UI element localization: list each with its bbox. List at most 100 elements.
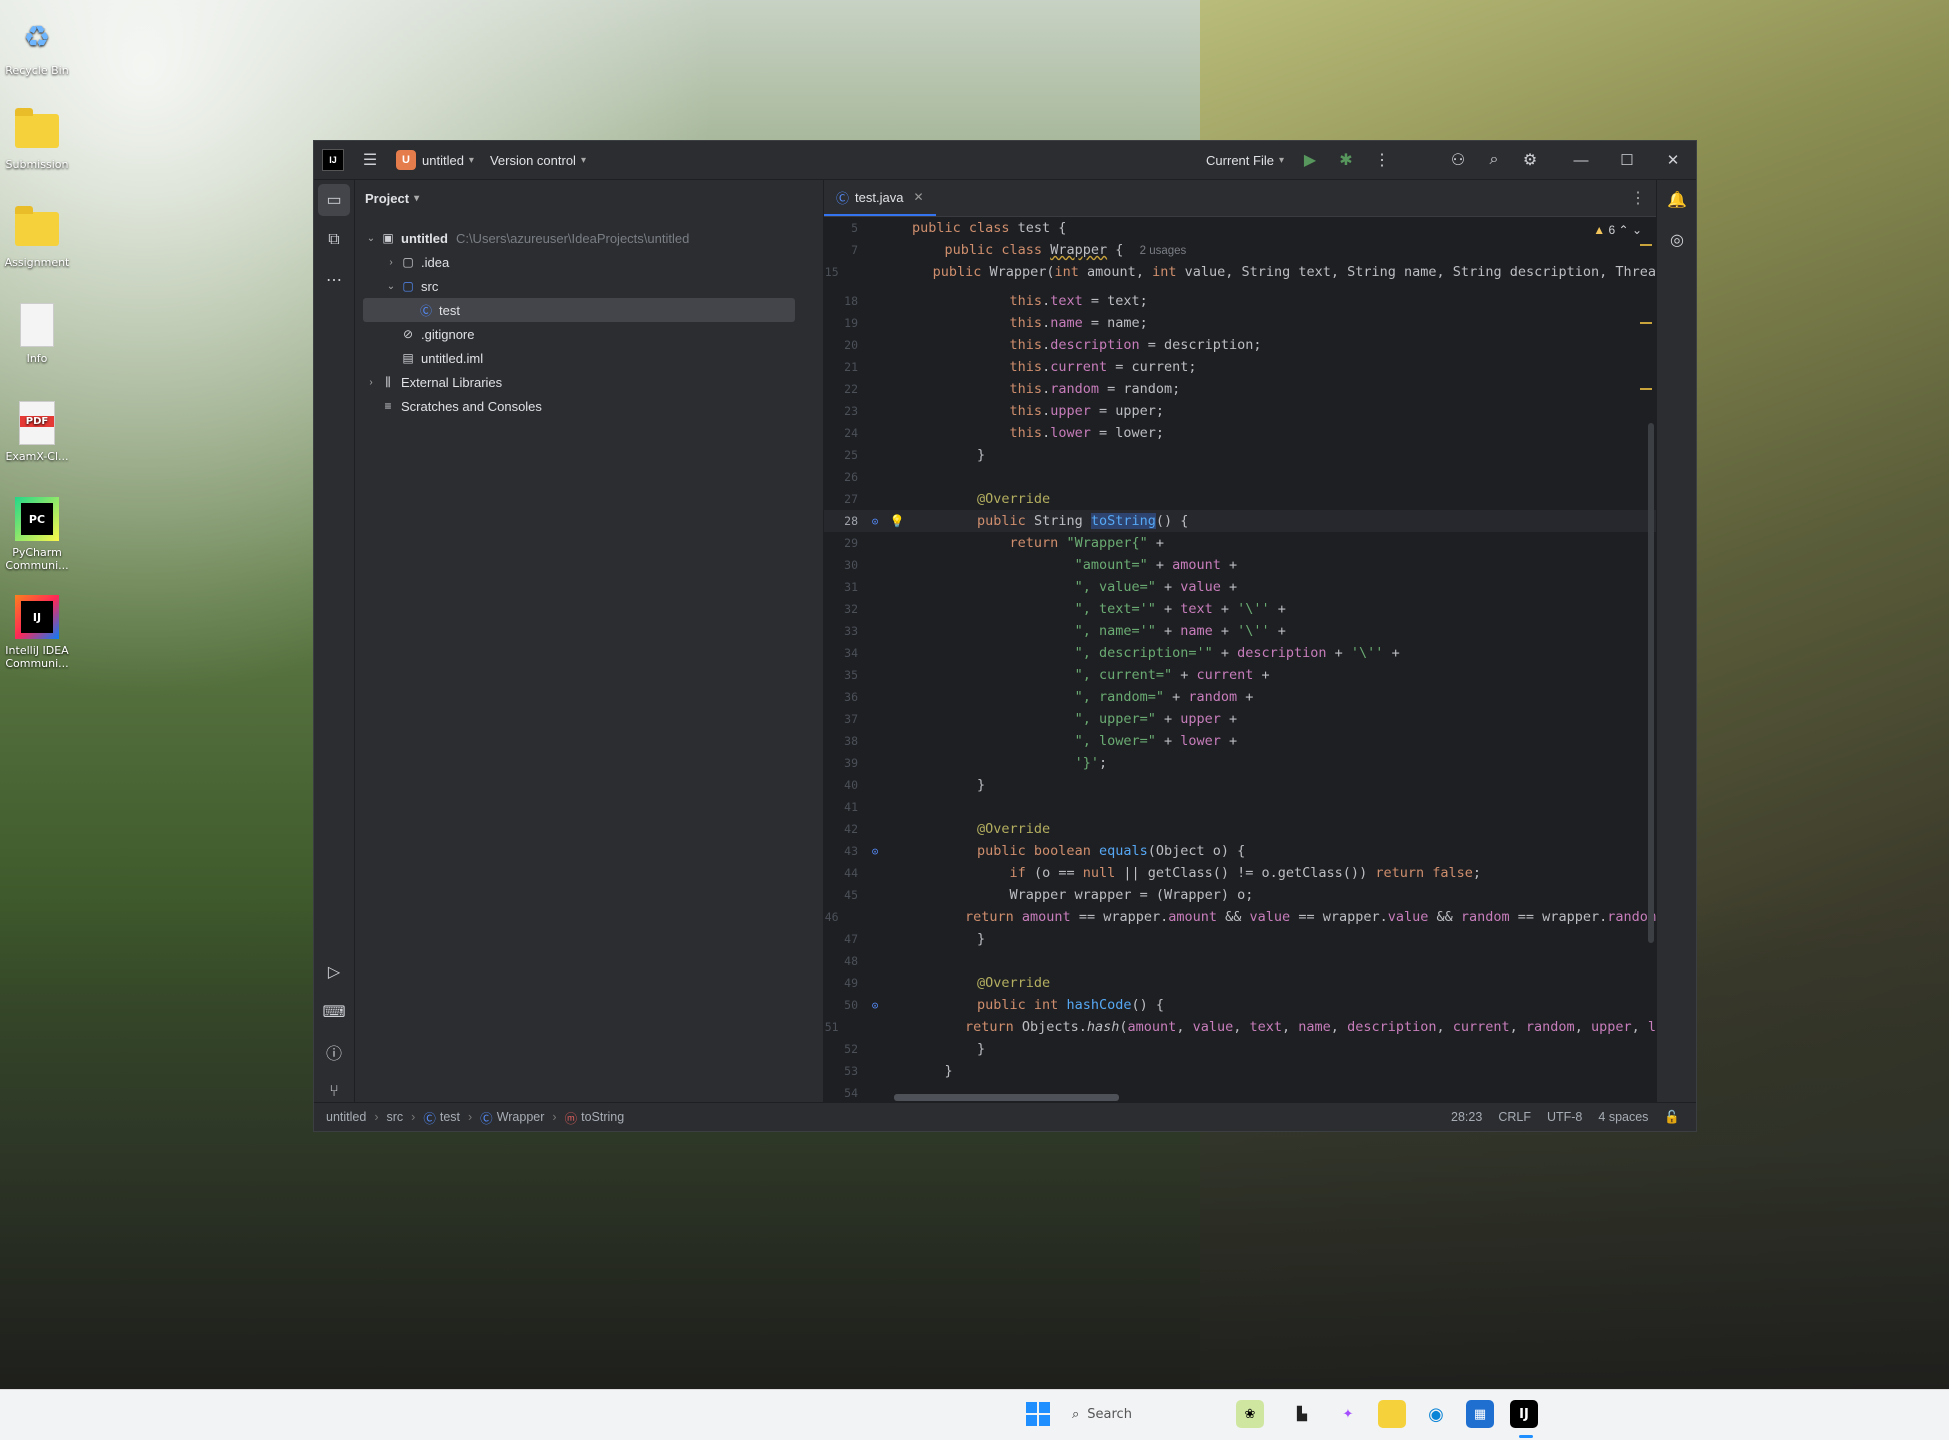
vertical-scrollbar[interactable]: [1648, 423, 1654, 943]
ide-window: IJ ☰ U untitled ▾ Version control ▾ Curr…: [313, 140, 1697, 1132]
warning-stripe[interactable]: [1640, 388, 1652, 390]
indent-setting[interactable]: 4 spaces: [1598, 1110, 1648, 1124]
desktop-icon-examx[interactable]: PDF ExamX-Cl...: [0, 400, 74, 463]
project-tool-icon[interactable]: ▭: [318, 184, 350, 216]
code-line: 52 }: [824, 1038, 1656, 1060]
desktop-icon-label: Info: [26, 352, 48, 365]
close-button[interactable]: ✕: [1650, 141, 1696, 179]
more-tools-icon[interactable]: ⋯: [318, 264, 350, 296]
desktop-icon-label: ExamX-Cl...: [5, 450, 69, 463]
chevron-down-icon: ▾: [468, 154, 474, 166]
tree-item-src[interactable]: ⌄ ▢ src: [383, 274, 439, 298]
code-line: 42 @Override: [824, 818, 1656, 840]
structure-tool-icon[interactable]: ⧉: [318, 224, 350, 256]
breadcrumb-item[interactable]: toString: [581, 1110, 624, 1124]
chevron-right-icon: ›: [389, 256, 393, 268]
tree-item-test[interactable]: Ⓒ test: [363, 298, 795, 322]
line-number: 28: [844, 514, 858, 528]
desktop-icon-intellij[interactable]: IJ IntelliJ IDEA Communi...: [0, 594, 74, 670]
title-bar: IJ ☰ U untitled ▾ Version control ▾ Curr…: [314, 141, 1696, 180]
desktop-icon-info[interactable]: Info: [0, 302, 74, 365]
breadcrumb-item[interactable]: src: [386, 1110, 403, 1124]
search-icon[interactable]: ⌕: [1476, 141, 1512, 179]
chevron-right-icon: ›: [552, 1110, 557, 1124]
line-number: 37: [844, 712, 858, 726]
active-app-indicator: [1519, 1435, 1533, 1438]
tab-menu-icon[interactable]: ⋮: [1630, 188, 1646, 208]
debug-icon[interactable]: ✱: [1328, 141, 1364, 179]
module-file-icon: ▤: [402, 351, 414, 365]
widgets-icon[interactable]: ❀: [1236, 1400, 1264, 1428]
edge-icon[interactable]: ◉: [1422, 1400, 1450, 1428]
vcs-selector[interactable]: Version control ▾: [482, 141, 594, 179]
project-pane-header[interactable]: Project ▾: [355, 180, 823, 216]
problems-icon[interactable]: ⓘ: [318, 1036, 350, 1068]
file-encoding[interactable]: UTF-8: [1547, 1110, 1582, 1124]
run-tool-icon[interactable]: ▷: [318, 956, 350, 988]
desktop-icon-assignment[interactable]: Assignment: [0, 206, 74, 269]
line-number: 24: [844, 426, 858, 440]
run-icon[interactable]: ▶: [1292, 141, 1328, 179]
line-ending[interactable]: CRLF: [1498, 1110, 1531, 1124]
document-icon: [20, 303, 54, 347]
line-number: 21: [844, 360, 858, 374]
tree-item-iml[interactable]: ▤ untitled.iml: [399, 346, 483, 370]
minimize-button[interactable]: —: [1558, 141, 1604, 179]
code-line: 5 public class test {: [824, 217, 1656, 239]
tree-item-idea[interactable]: › ▢ .idea: [383, 250, 449, 274]
warning-stripe[interactable]: [1640, 244, 1652, 246]
code-line: 43 ⊙ public boolean equals(Object o) {: [824, 840, 1656, 862]
horizontal-scrollbar[interactable]: [894, 1094, 1119, 1101]
line-number: 33: [844, 624, 858, 638]
lock-icon[interactable]: 🔓: [1664, 1110, 1680, 1125]
maximize-button[interactable]: ☐: [1604, 141, 1650, 179]
more-actions-icon[interactable]: ⋮: [1364, 141, 1400, 179]
line-number: 45: [844, 888, 858, 902]
notifications-icon[interactable]: 🔔: [1661, 184, 1693, 216]
run-config-selector[interactable]: Current File ▾: [1198, 141, 1292, 179]
warning-stripe[interactable]: [1640, 322, 1652, 324]
tree-item-untitled[interactable]: ⌄ ▣ untitled C:\Users\azureuser\IdeaProj…: [363, 226, 690, 250]
store-icon[interactable]: ▦: [1466, 1400, 1494, 1428]
breadcrumb-item[interactable]: untitled: [326, 1110, 366, 1124]
start-button[interactable]: [1026, 1402, 1050, 1426]
usages-hint[interactable]: 2 usages: [1140, 245, 1187, 257]
intellij-taskbar-icon[interactable]: IJ: [1510, 1400, 1538, 1428]
code-area[interactable]: ▲ 6 ⌃ ⌄ 5 public class test { 7 public cl…: [824, 217, 1656, 1103]
tree-item-gitignore[interactable]: ⊘ .gitignore: [399, 322, 475, 346]
override-marker-icon[interactable]: ⊙: [864, 845, 886, 858]
tab-test-java[interactable]: Ⓒ test.java ✕: [824, 180, 936, 216]
lightbulb-icon[interactable]: 💡: [886, 514, 908, 528]
search-icon: ⌕: [1072, 1406, 1080, 1422]
intellij-logo-icon[interactable]: IJ: [322, 149, 344, 171]
close-tab-icon[interactable]: ✕: [913, 190, 923, 204]
file-explorer-icon[interactable]: [1378, 1400, 1406, 1428]
project-selector[interactable]: U untitled ▾: [388, 141, 482, 179]
settings-icon[interactable]: ⚙: [1512, 141, 1548, 179]
desktop-icon-submission[interactable]: Submission: [0, 108, 74, 171]
taskbar-search[interactable]: ⌕ Search: [1062, 1398, 1212, 1430]
code-with-me-icon[interactable]: ⚇: [1440, 141, 1476, 179]
terminal-icon[interactable]: ⌨: [318, 996, 350, 1028]
breadcrumb-item[interactable]: test: [440, 1110, 460, 1124]
desktop-icon-recycle-bin[interactable]: ♻ Recycle Bin: [0, 14, 74, 78]
taskbar: ⌕ Search ❀ ▙ ✦ ◉ ▦ IJ: [0, 1389, 1949, 1440]
task-view-icon[interactable]: ▙: [1288, 1400, 1316, 1428]
status-bar: untitled › src › Ⓒ test › Ⓒ Wrapper › ⓜ …: [314, 1102, 1696, 1131]
code-line: 45 Wrapper wrapper = (Wrapper) o;: [824, 884, 1656, 906]
copilot-icon[interactable]: ✦: [1334, 1400, 1362, 1428]
override-marker-icon[interactable]: ⊙: [864, 515, 886, 528]
main-menu-icon[interactable]: ☰: [352, 141, 388, 179]
tree-item-scratches[interactable]: ≡ Scratches and Consoles: [379, 394, 541, 418]
code-line: 49 @Override: [824, 972, 1656, 994]
line-number: 54: [844, 1086, 858, 1100]
project-pane-title: Project: [365, 190, 410, 206]
ai-assistant-icon[interactable]: ◎: [1661, 224, 1693, 256]
override-marker-icon[interactable]: ⊙: [864, 999, 886, 1012]
code-line: 44 if (o == null || getClass() != o.getC…: [824, 862, 1656, 884]
scratches-icon: ≡: [384, 399, 392, 413]
caret-position[interactable]: 28:23: [1451, 1110, 1482, 1124]
desktop-icon-pycharm[interactable]: PC PyCharm Communi...: [0, 496, 74, 572]
breadcrumb-item[interactable]: Wrapper: [497, 1110, 545, 1124]
tree-item-external-libraries[interactable]: › ⫼ External Libraries: [363, 370, 502, 394]
